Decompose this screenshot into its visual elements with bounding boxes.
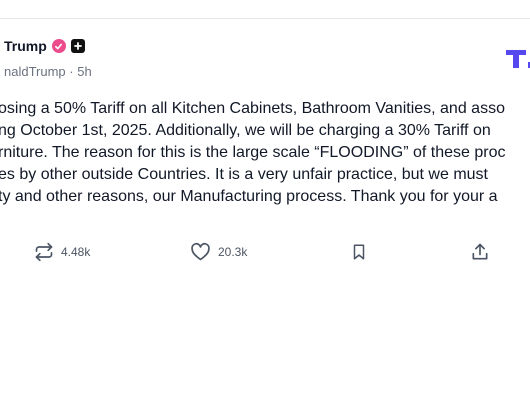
verified-badge-icon (51, 39, 66, 53)
author-row: Trump (4, 38, 85, 54)
heart-icon (191, 242, 210, 261)
share-icon (472, 243, 488, 260)
like-button[interactable]: 20.3k (190, 238, 247, 266)
handle-row: naldTrump · 5h (4, 64, 92, 79)
post-body: osing a 50% Tariff on all Kitchen Cabine… (0, 98, 530, 208)
post-line: osing a 50% Tariff on all Kitchen Cabine… (0, 100, 505, 117)
share-button[interactable] (470, 238, 490, 266)
post-line: rniture. The reason for this is the larg… (0, 144, 506, 161)
retruth-icon (35, 242, 53, 262)
author-handle[interactable]: naldTrump (4, 64, 66, 79)
plus-badge-icon (70, 39, 85, 53)
post-line: es by other outside Countries. It is a v… (0, 166, 488, 183)
post-line: ty and other reasons, our Manufacturing … (0, 188, 498, 205)
handle-separator: · (69, 64, 74, 79)
top-divider (0, 18, 530, 19)
author-name[interactable]: Trump (4, 38, 47, 54)
post-line: ng October 1st, 2025. Additionally, we w… (0, 122, 491, 139)
bookmark-button[interactable] (350, 238, 368, 266)
post-time[interactable]: 5h (77, 64, 91, 79)
post-actions: 4.48k 20.3k (0, 238, 530, 266)
retruth-count: 4.48k (61, 245, 91, 259)
retruth-button[interactable]: 4.48k (34, 238, 90, 266)
truth-social-logo[interactable] (506, 48, 530, 70)
like-count: 20.3k (218, 245, 248, 259)
bookmark-icon (353, 244, 365, 260)
